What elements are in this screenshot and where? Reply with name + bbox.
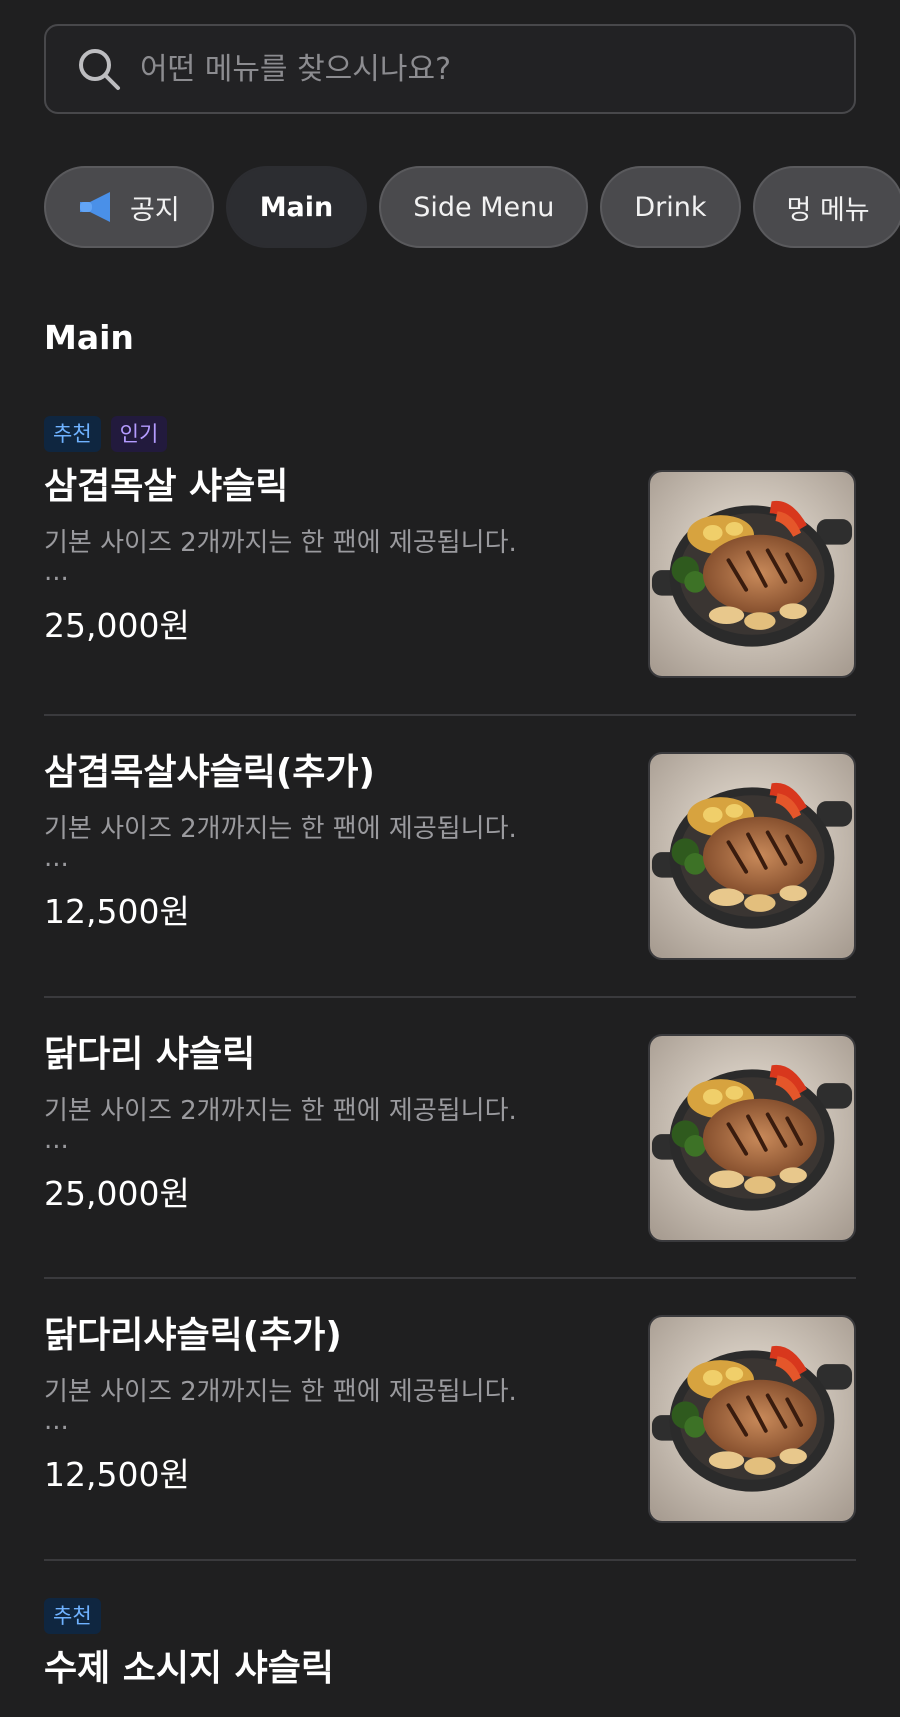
menu-item[interactable]: 닭다리샤슬릭(추가) 기본 사이즈 2개까지는 한 팬에 제공됩니다. ... … (44, 1313, 856, 1523)
menu-item[interactable]: 추천 수제 소시지 샤슬릭 (44, 1598, 856, 1692)
menu-item-description: 기본 사이즈 2개까지는 한 팬에 제공됩니다. (44, 814, 517, 844)
search-input[interactable] (140, 39, 854, 99)
menu-item-image (648, 470, 856, 678)
tab-main-label: Main (259, 191, 334, 223)
badge-group: 추천 인기 (44, 416, 856, 452)
search-icon (79, 49, 120, 90)
popular-badge: 인기 (110, 416, 168, 452)
tab-notice-label: 공지 (130, 194, 180, 226)
tab-dog-menu-label: 멍 메뉴 (786, 194, 870, 226)
divider (44, 1559, 856, 1561)
tab-main[interactable]: Main (225, 166, 368, 248)
search-bar[interactable] (44, 24, 856, 114)
menu-item-description: 기본 사이즈 2개까지는 한 팬에 제공됩니다. (44, 1377, 517, 1407)
menu-item-image (648, 1315, 856, 1523)
recommended-badge: 추천 (44, 1598, 101, 1634)
tab-side-menu-label: Side Menu (413, 191, 555, 223)
menu-item-description: 기본 사이즈 2개까지는 한 팬에 제공됩니다. (44, 528, 517, 558)
menu-item[interactable]: 삼겹목살샤슬릭(추가) 기본 사이즈 2개까지는 한 팬에 제공됩니다. ...… (44, 750, 856, 960)
tab-drink-label: Drink (634, 191, 707, 223)
menu-item-image (648, 752, 856, 960)
badge-group: 추천 (44, 1598, 856, 1634)
tab-notice[interactable]: 공지 (44, 166, 214, 248)
divider (44, 996, 856, 998)
recommended-badge: 추천 (44, 416, 101, 452)
tab-drink[interactable]: Drink (600, 166, 741, 248)
megaphone-icon (80, 192, 110, 222)
divider (44, 1277, 856, 1279)
tab-dog-menu[interactable]: 멍 메뉴 (752, 166, 900, 248)
menu-item[interactable]: 추천 인기 삼겹목살 샤슬릭 기본 사이즈 2개까지는 한 팬에 제공됩니다. … (44, 416, 856, 678)
menu-item[interactable]: 닭다리 샤슬릭 기본 사이즈 2개까지는 한 팬에 제공됩니다. ... 25,… (44, 1032, 856, 1242)
menu-item-image (648, 1034, 856, 1242)
menu-item-name: 수제 소시지 샤슬릭 (44, 1648, 335, 1689)
section-title: Main (44, 318, 134, 357)
category-tabs: 공지 Main Side Menu Drink 멍 메뉴 (44, 166, 900, 250)
tab-side-menu[interactable]: Side Menu (379, 166, 589, 248)
menu-item-description: 기본 사이즈 2개까지는 한 팬에 제공됩니다. (44, 1096, 517, 1126)
divider (44, 714, 856, 716)
